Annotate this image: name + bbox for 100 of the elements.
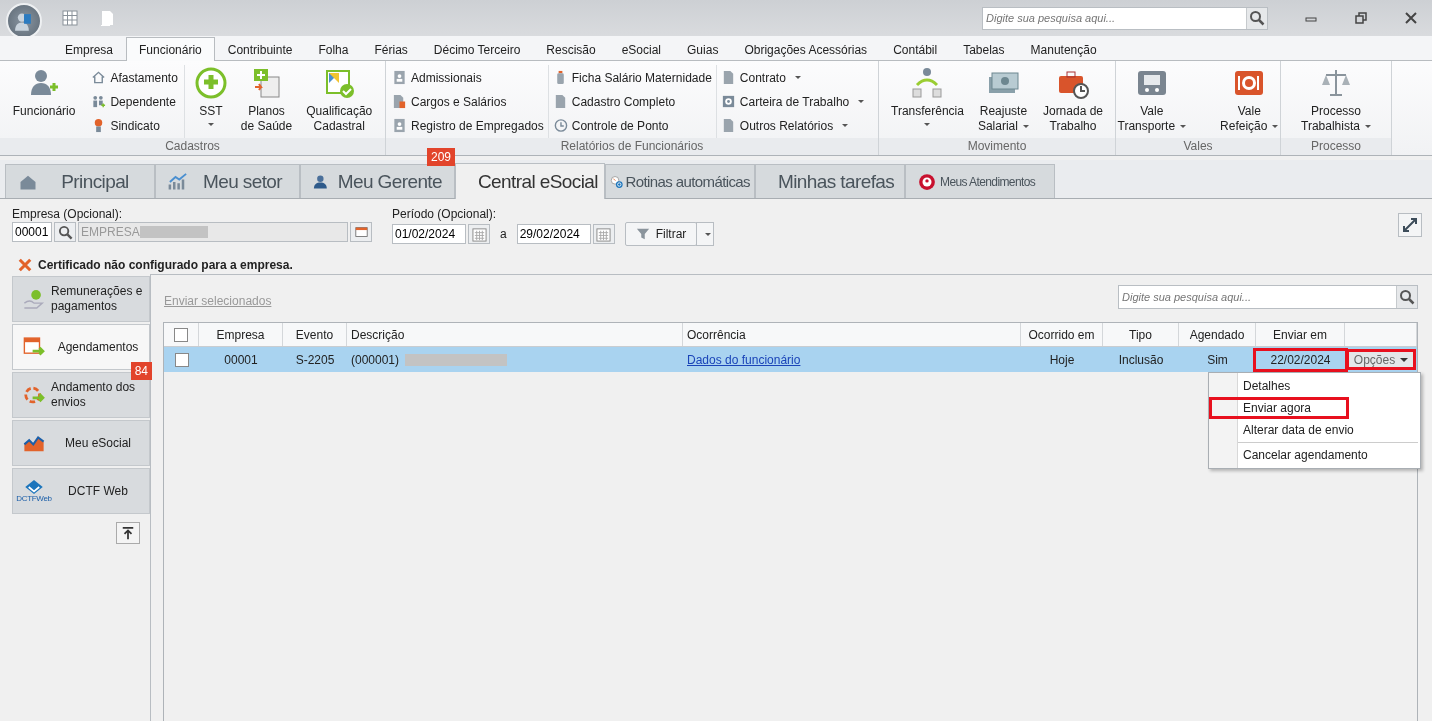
checkbox[interactable] <box>174 352 189 367</box>
ribbon-tab[interactable]: Férias <box>361 38 421 60</box>
company-name-field: EMPRESA <box>78 222 348 242</box>
ribbon-menu-item[interactable]: Outros Relatórios <box>720 115 865 136</box>
menu-item[interactable]: Enviar agora <box>1209 397 1349 419</box>
dropdown-button[interactable] <box>696 222 715 246</box>
search-input[interactable]: Digite sua pesquisa aqui... <box>983 7 1246 29</box>
calendar-icon[interactable] <box>592 224 615 244</box>
menu-item[interactable]: Cancelar agendamento <box>1209 444 1379 466</box>
ribbon-menu-item[interactable]: Registro de Empregados <box>392 115 544 136</box>
calculator-icon[interactable] <box>62 10 78 26</box>
circular-arrows-icon <box>23 384 45 406</box>
column-header[interactable]: Empresa <box>199 323 283 346</box>
ribbon-button[interactable]: Transferência <box>887 65 968 138</box>
ribbon-tab[interactable]: Folha <box>305 38 362 60</box>
ribbon-menu-item[interactable]: Cargos e Salários <box>392 91 544 112</box>
menu-item[interactable]: Detalhes <box>1209 375 1349 397</box>
ribbon-button[interactable]: Funcionário <box>8 65 80 138</box>
checkbox[interactable] <box>174 327 188 342</box>
calendar-icon[interactable] <box>468 224 490 244</box>
table-icon[interactable] <box>350 222 372 242</box>
ribbon-menu-item[interactable]: Carteira de Trabalho <box>720 91 865 112</box>
house-icon <box>91 70 107 85</box>
search-icon[interactable] <box>1246 7 1267 29</box>
ribbon-tab[interactable]: Empresa <box>52 38 127 60</box>
group-label: Processo <box>1281 138 1391 155</box>
ribbon-menu-item[interactable]: Sindicato <box>91 115 178 136</box>
range-separator: a <box>500 227 507 241</box>
options-dropdown[interactable]: Opções <box>1345 349 1417 370</box>
column-header[interactable]: Agendado <box>1179 323 1256 346</box>
person-card-icon <box>392 70 407 85</box>
column-header[interactable]: Evento <box>283 323 347 346</box>
search-field[interactable]: Digite sua pesquisa aqui... <box>982 6 1268 30</box>
page-tab[interactable]: Meus Atendimentos <box>905 164 1055 198</box>
ribbon-button[interactable]: Jornada de Trabalho <box>1038 65 1107 138</box>
ribbon-menu-item[interactable]: Ficha Salário Maternidade <box>552 67 712 88</box>
table-row[interactable]: 00001 S-2205 (000001) Dados do funcionário Hoje Inclusão Sim 22/02/2024 Opções <box>164 347 1417 372</box>
ribbon-button[interactable]: Planos de Saúde <box>236 65 297 138</box>
column-header[interactable]: Tipo <box>1103 323 1179 346</box>
column-header[interactable]: Ocorrido em <box>1021 323 1103 346</box>
ribbon-button[interactable]: Vale Refeição <box>1216 65 1283 138</box>
menu-item[interactable]: Alterar data de envio <box>1209 419 1365 441</box>
document-check-icon <box>323 67 356 99</box>
ribbon-tab[interactable]: Guias <box>674 38 732 60</box>
ribbon-menu-item[interactable]: Controle de Ponto <box>552 115 712 136</box>
group-label: Cadastros <box>0 138 385 155</box>
ribbon-tab[interactable]: Funcionário <box>126 37 215 61</box>
side-tab[interactable]: Remunerações e pagamentos <box>12 276 150 322</box>
group-label: Movimento <box>879 138 1115 155</box>
column-header[interactable]: Ocorrência <box>683 323 1021 346</box>
company-code-field[interactable]: 00001 <box>12 222 52 242</box>
page-tab[interactable]: Rotinas automáticas <box>605 164 755 198</box>
date-field[interactable]: 01/02/2024 <box>392 224 466 244</box>
table-cell: Inclusão <box>1118 352 1164 367</box>
redacted-block <box>139 226 208 238</box>
page-tab[interactable]: Principal <box>5 164 155 198</box>
ribbon-tab[interactable]: Tabelas <box>950 38 1018 60</box>
ribbon-menu-item[interactable]: Dependente <box>91 91 178 112</box>
ribbon-tab[interactable]: Décimo Terceiro <box>420 38 534 60</box>
ribbon-button[interactable]: SST <box>190 65 231 138</box>
ribbon-tab[interactable]: Manutenção <box>1017 38 1110 60</box>
ribbon-tab[interactable]: Contribuinte <box>214 38 306 60</box>
collapse-icon[interactable] <box>116 522 140 544</box>
ribbon-tab[interactable]: eSocial <box>608 38 675 60</box>
field-label: Empresa (Opcional): <box>12 207 124 221</box>
ribbon-menu-item[interactable]: Admissionais <box>392 67 544 88</box>
page-tab[interactable]: Central eSocial <box>455 163 605 199</box>
side-tab[interactable]: Meu eSocial <box>12 420 150 466</box>
gear-icon <box>720 94 736 109</box>
ribbon-menu-item[interactable]: Contrato <box>720 67 865 88</box>
column-header[interactable]: Enviar em <box>1256 323 1345 346</box>
notification-badge: 84 <box>130 362 152 380</box>
ribbon-button[interactable]: Vale Transporte <box>1113 65 1191 138</box>
field-label: Período (Opcional): <box>392 207 498 221</box>
error-icon <box>18 258 32 272</box>
table-cell: Sim <box>1207 352 1228 367</box>
page-tab[interactable]: Meu Gerente <box>300 164 455 198</box>
search-icon[interactable] <box>54 222 76 242</box>
ribbon-tab[interactable]: Contábil <box>880 38 951 60</box>
search-field[interactable]: Digite sua pesquisa aqui... <box>1118 285 1418 309</box>
person-arrow-icon <box>911 67 944 99</box>
search-input[interactable]: Digite sua pesquisa aqui... <box>1119 286 1396 308</box>
ribbon-button[interactable]: Processo Trabalhista <box>1297 65 1375 138</box>
ribbon-tab[interactable]: Obrigações Acessórias <box>731 38 881 60</box>
search-icon[interactable] <box>1396 286 1417 308</box>
page-tab[interactable]: Meu setor <box>155 164 300 198</box>
page-tab[interactable]: Minhas tarefas <box>755 164 905 198</box>
occurrence-link[interactable]: Dados do funcionário <box>687 352 801 367</box>
side-tab[interactable]: DCTFWeb DCTF Web <box>12 468 150 514</box>
app-logo-icon[interactable] <box>6 3 42 39</box>
expand-icon[interactable] <box>1398 213 1422 237</box>
ribbon-menu-item[interactable]: Afastamento <box>91 67 178 88</box>
logo-text: DCTFWeb <box>16 493 52 503</box>
date-field[interactable]: 29/02/2024 <box>516 224 591 244</box>
ribbon-button[interactable]: Qualificação Cadastral <box>302 65 377 138</box>
ribbon-button[interactable]: Reajuste Salarial <box>973 65 1033 138</box>
ribbon-menu-item[interactable]: Cadastro Completo <box>552 91 712 112</box>
ribbon-tab[interactable]: Rescisão <box>533 38 609 60</box>
column-header[interactable]: Descrição <box>347 323 683 346</box>
filter-button[interactable]: Filtrar <box>624 222 698 246</box>
